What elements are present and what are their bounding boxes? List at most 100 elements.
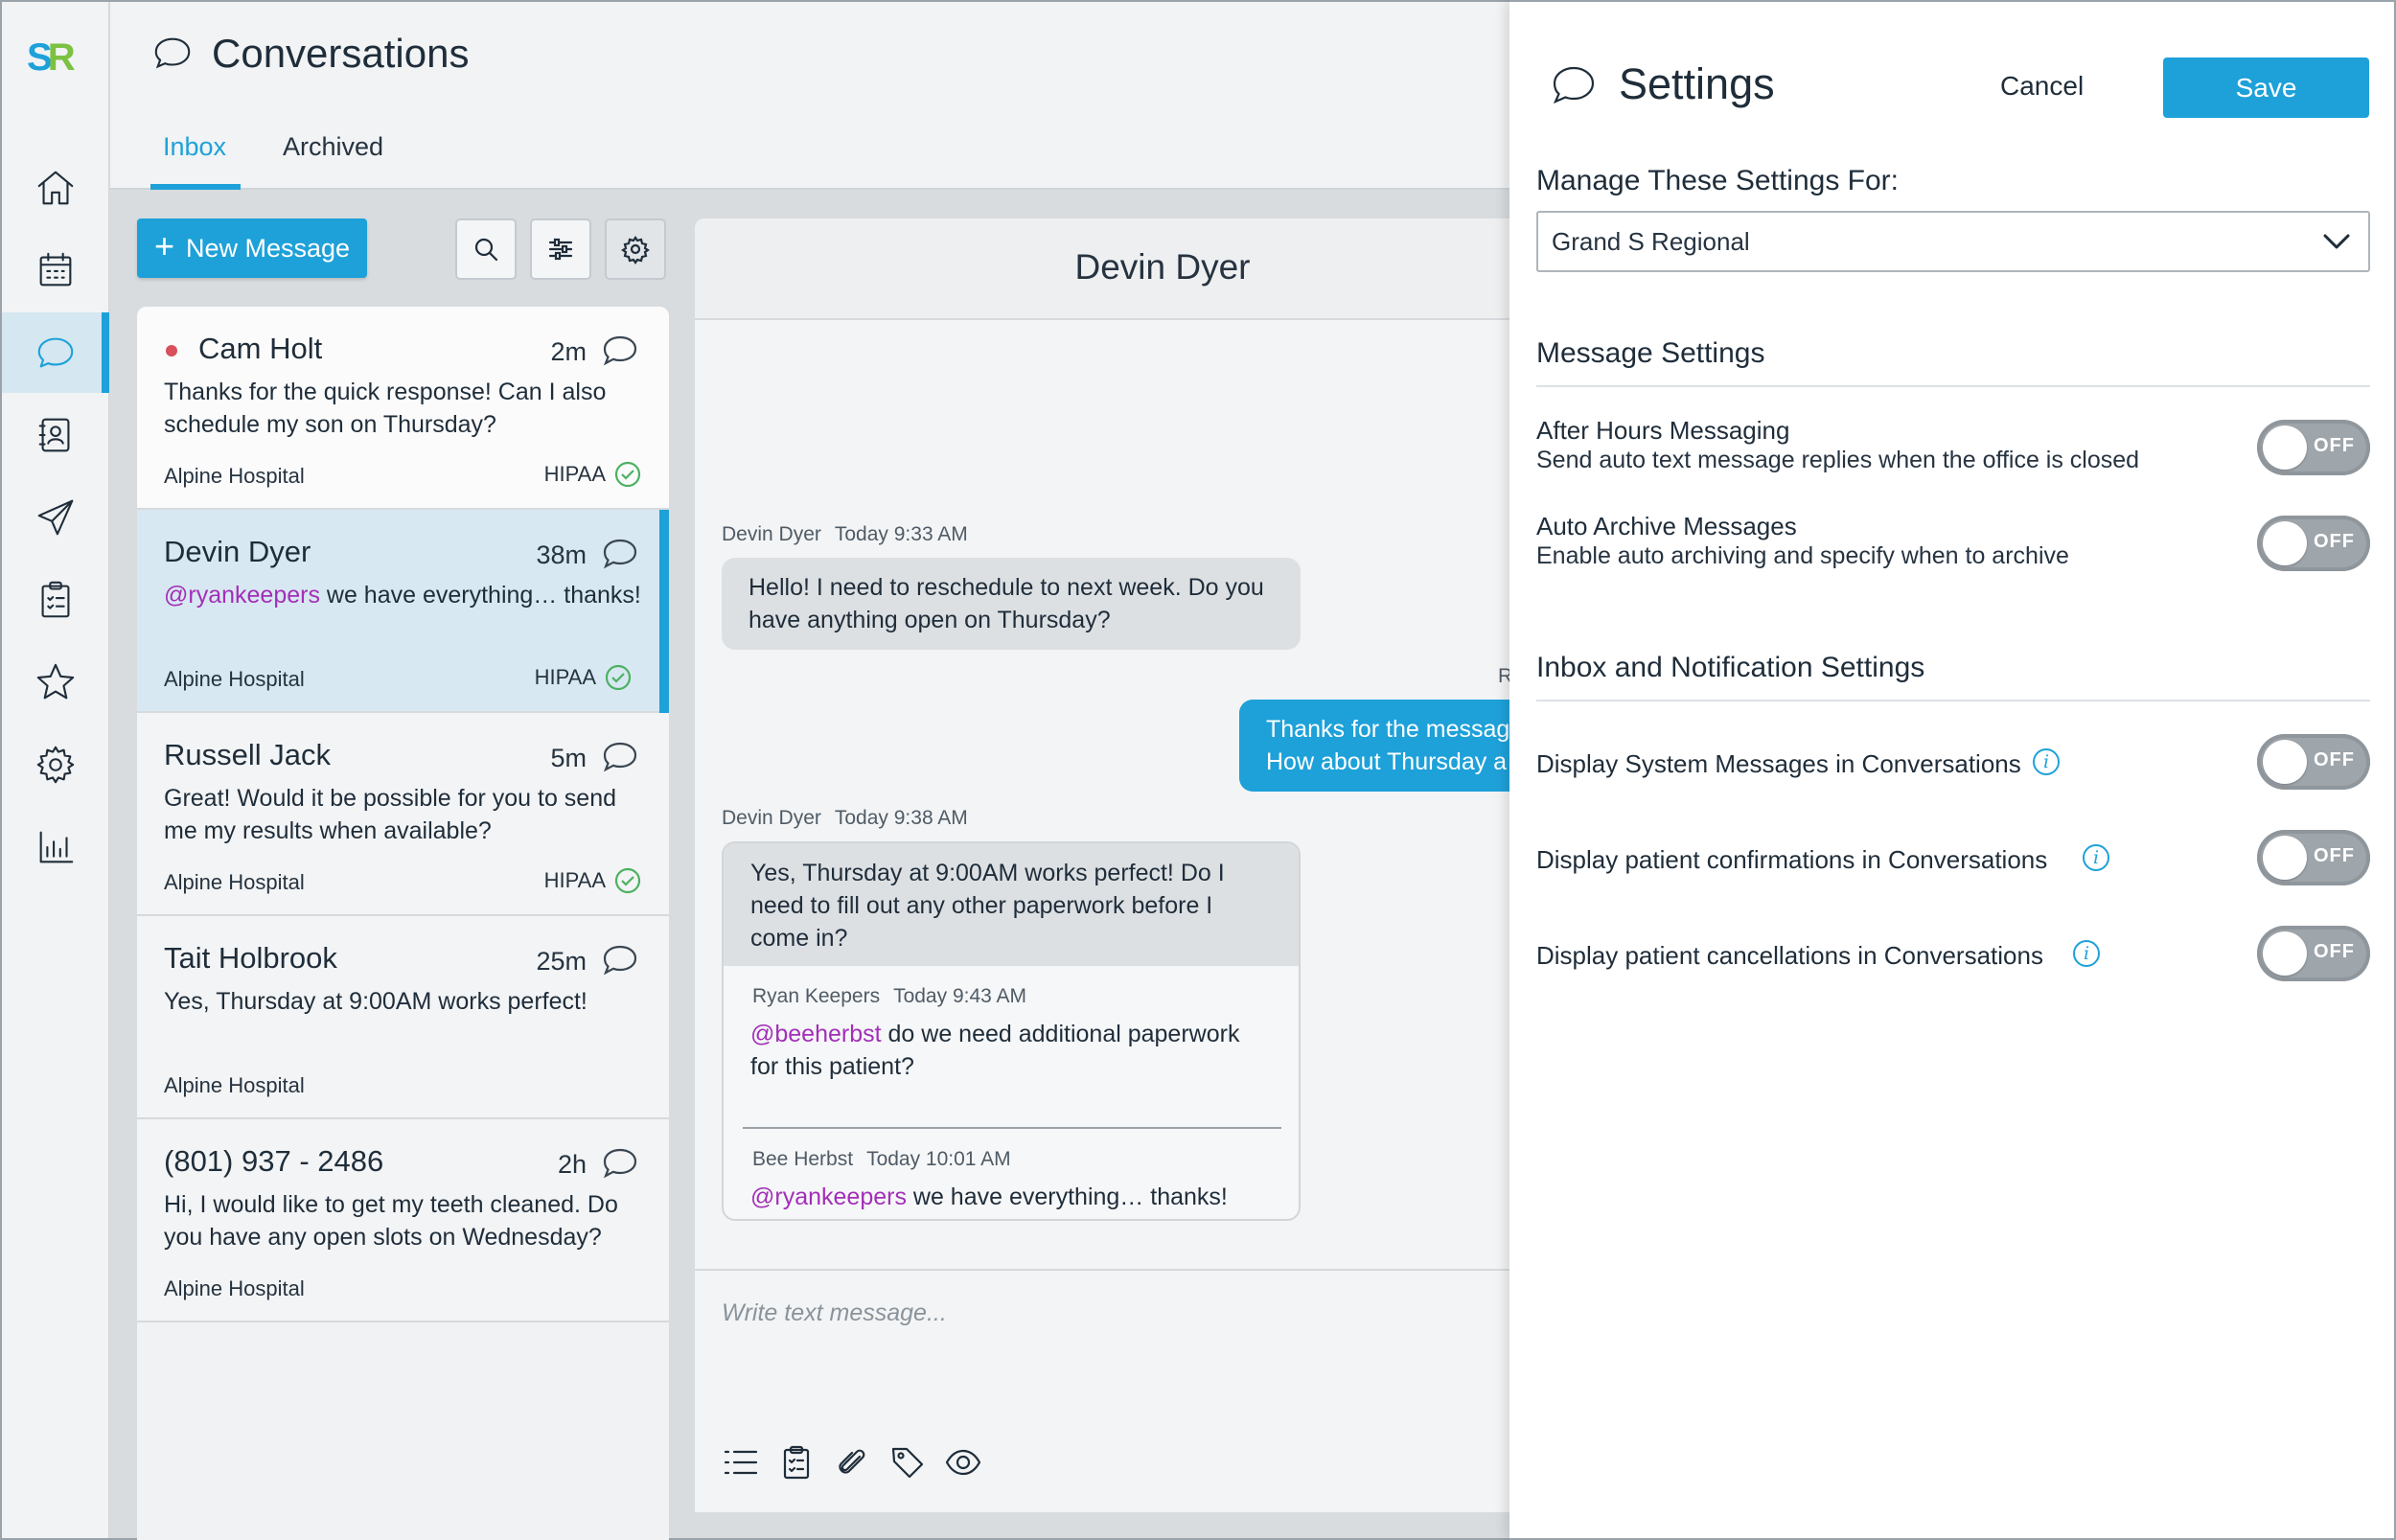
chat-bubble-icon (603, 335, 637, 366)
new-message-label: New Message (185, 233, 351, 263)
conversation-org: Alpine Hospital (164, 1276, 305, 1300)
plus-icon: + (153, 226, 174, 265)
nav-settings[interactable] (2, 724, 109, 805)
conversation-item[interactable]: Cam Holt 2m Thanks for the quick respons… (137, 307, 669, 510)
list-icon[interactable] (722, 1443, 760, 1482)
info-icon[interactable]: i (2073, 940, 2100, 967)
section-divider (1536, 385, 2370, 387)
incoming-message: Yes, Thursday at 9:00AM works perfect! D… (724, 843, 1299, 966)
conversation-time: 5m (550, 744, 587, 772)
cancel-button[interactable]: Cancel (2000, 71, 2084, 102)
paperclip-icon[interactable] (833, 1443, 871, 1482)
nav-conversations[interactable] (2, 312, 109, 393)
system-messages-title: Display System Messages in Conversations (1536, 749, 2021, 778)
settings-drawer: Settings Cancel Save Manage These Settin… (1509, 0, 2396, 1540)
conversation-item[interactable]: Russell Jack 5m Great! Would it be possi… (137, 713, 669, 916)
new-message-button[interactable]: + New Message (137, 218, 367, 278)
conversation-item[interactable]: Tait Holbrook 25m Yes, Thursday at 9:00A… (137, 916, 669, 1119)
location-select-value: Grand S Regional (1552, 226, 1750, 256)
conversation-org: Alpine Hospital (164, 870, 305, 894)
conversation-preview: Thanks for the quick response! Can I als… (164, 379, 607, 438)
tab-inbox[interactable]: Inbox (163, 132, 226, 162)
message-input[interactable]: Write text message... (722, 1299, 947, 1327)
conversation-time: 38m (536, 540, 587, 569)
after-hours-title: After Hours Messaging (1536, 416, 1790, 445)
clipboard-icon[interactable] (777, 1443, 816, 1482)
mention[interactable]: @beeherbst (750, 1021, 882, 1047)
info-icon[interactable]: i (2033, 748, 2060, 775)
chat-icon (154, 37, 191, 69)
chat-bubble-icon (603, 539, 637, 569)
clipboard-icon (41, 581, 70, 618)
nav-reviews[interactable] (2, 642, 109, 723)
confirmations-toggle[interactable]: OFF (2257, 830, 2370, 885)
save-button[interactable]: Save (2163, 57, 2369, 118)
page-header: Conversations Inbox Archived (110, 2, 1509, 190)
nav-analytics[interactable] (2, 807, 109, 887)
unread-dot (166, 345, 177, 356)
message-composer[interactable]: Write text message... (695, 1269, 1519, 1512)
manage-settings-label: Manage These Settings For: (1536, 165, 1899, 196)
info-icon[interactable]: i (2083, 844, 2109, 871)
nav-forms[interactable] (2, 560, 109, 640)
page-title: Conversations (150, 31, 469, 77)
conversation-name: Russell Jack (164, 738, 331, 771)
nav-calendar[interactable] (2, 230, 109, 310)
search-icon (474, 238, 498, 262)
conversation-list: Cam Holt 2m Thanks for the quick respons… (137, 307, 669, 1540)
composer-toolbar (722, 1443, 982, 1482)
auto-archive-title: Auto Archive Messages (1536, 512, 1797, 540)
chat-bubble-icon (603, 742, 637, 772)
brand-logo[interactable]: SR (27, 38, 84, 77)
message-meta: Devin Dyer Today 9:38 AM (722, 807, 968, 829)
chat-title: Devin Dyer (1074, 247, 1251, 287)
after-hours-description: Send auto text message replies when the … (1536, 447, 2140, 473)
conversation-org: Alpine Hospital (164, 667, 305, 691)
conversation-preview: Yes, Thursday at 9:00AM works perfect! (164, 988, 587, 1015)
settings-title-text: Settings (1619, 59, 1775, 108)
page-title-text: Conversations (212, 31, 470, 76)
eye-icon[interactable] (944, 1443, 982, 1482)
after-hours-toggle[interactable]: OFF (2257, 420, 2370, 475)
tag-icon[interactable] (888, 1443, 927, 1482)
conversation-preview: Hi, I would like to get my teeth cleaned… (164, 1191, 618, 1251)
section-divider (1536, 700, 2370, 701)
mention[interactable]: @ryankeepers (164, 582, 320, 609)
gear-icon (36, 746, 75, 784)
location-select[interactable]: Grand S Regional (1536, 211, 2370, 272)
mention[interactable]: @ryankeepers (750, 1184, 907, 1210)
nav-contacts[interactable] (2, 395, 109, 475)
conversation-preview: @ryankeepers we have everything… thanks! (164, 582, 641, 609)
list-settings-button[interactable] (605, 218, 666, 280)
chat-bubble-icon (603, 1148, 637, 1179)
sliders-icon (548, 238, 573, 261)
cancellations-toggle[interactable]: OFF (2257, 926, 2370, 981)
conversation-name: Tait Holbrook (164, 941, 337, 975)
auto-archive-description: Enable auto archiving and specify when t… (1536, 542, 2069, 569)
nav-home[interactable] (2, 148, 109, 228)
conversation-org: Alpine Hospital (164, 464, 305, 488)
chevron-down-icon (2323, 234, 2350, 249)
analytics-icon (39, 831, 74, 863)
check-circle-icon (614, 867, 641, 894)
star-icon (36, 663, 75, 700)
filter-button[interactable] (530, 218, 591, 280)
tab-archived[interactable]: Archived (283, 132, 383, 162)
internal-note: @ryankeepers we have everything… thanks! (750, 1184, 1228, 1210)
gear-icon (621, 236, 650, 264)
conversation-name: (801) 937 - 2486 (164, 1144, 384, 1178)
nav-campaigns[interactable] (2, 477, 109, 558)
conversation-item[interactable]: Devin Dyer 38m @ryankeepers we have ever… (137, 510, 669, 713)
conversation-time: 2h (557, 1150, 587, 1179)
inbox-settings-heading: Inbox and Notification Settings (1536, 652, 1925, 683)
home-icon (37, 171, 74, 205)
search-button[interactable] (455, 218, 517, 280)
conversation-org: Alpine Hospital (164, 1073, 305, 1097)
settings-title: Settings (1548, 59, 1775, 109)
system-messages-toggle[interactable]: OFF (2257, 734, 2370, 790)
auto-archive-toggle[interactable]: OFF (2257, 516, 2370, 571)
hipaa-badge: HIPAA (544, 866, 642, 895)
message-meta: Devin Dyer Today 9:33 AM (722, 523, 968, 545)
nav-rail: SR (2, 2, 109, 1538)
conversation-item[interactable]: (801) 937 - 2486 2h Hi, I would like to … (137, 1119, 669, 1322)
